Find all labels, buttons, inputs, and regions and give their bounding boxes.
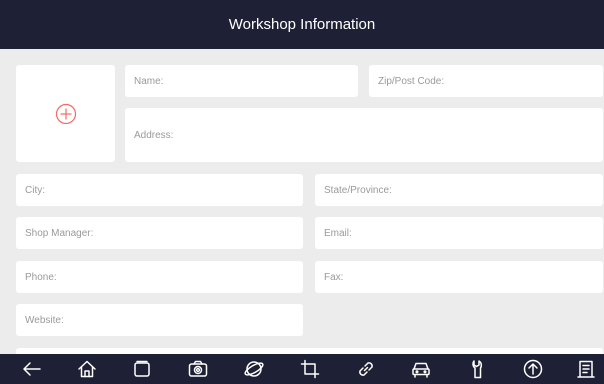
- wrench-icon: [472, 360, 483, 379]
- crop-button[interactable]: [298, 358, 322, 380]
- recent-apps-button[interactable]: [130, 358, 154, 380]
- address-input[interactable]: [125, 108, 603, 162]
- website-input[interactable]: [16, 304, 303, 336]
- add-logo-button[interactable]: [16, 65, 115, 162]
- zip-field[interactable]: [369, 65, 603, 97]
- title-bar: Workshop Information: [0, 0, 604, 49]
- fax-input[interactable]: [315, 261, 603, 293]
- fax-field[interactable]: [315, 261, 603, 293]
- link-icon: [359, 362, 373, 376]
- back-button[interactable]: [20, 358, 44, 380]
- camera-button[interactable]: [186, 358, 210, 380]
- vehicle-button[interactable]: [409, 358, 433, 380]
- email-field[interactable]: [315, 217, 603, 249]
- link-button[interactable]: [354, 358, 378, 380]
- home-button[interactable]: [75, 358, 99, 380]
- city-input[interactable]: [16, 174, 303, 206]
- tools-button[interactable]: [466, 358, 490, 380]
- back-icon: [23, 362, 41, 376]
- add-circle-icon: [55, 103, 76, 124]
- crop-icon: [300, 359, 320, 379]
- website-field[interactable]: [16, 304, 303, 336]
- report-icon: [577, 360, 595, 378]
- home-icon: [78, 360, 96, 378]
- shop-manager-input[interactable]: [16, 217, 303, 249]
- city-field[interactable]: [16, 174, 303, 206]
- zip-input[interactable]: [369, 65, 603, 97]
- browser-icon: [244, 361, 264, 377]
- vehicle-icon: [412, 362, 430, 378]
- phone-input[interactable]: [16, 261, 303, 293]
- browser-button[interactable]: [242, 358, 266, 380]
- system-nav-bar: [0, 354, 604, 384]
- state-field[interactable]: [315, 174, 603, 206]
- recent-apps-icon: [134, 360, 150, 377]
- name-field[interactable]: [125, 65, 358, 97]
- report-button[interactable]: [574, 358, 598, 380]
- email-input[interactable]: [315, 217, 603, 249]
- upload-icon: [523, 359, 543, 379]
- address-field[interactable]: [125, 108, 603, 162]
- state-input[interactable]: [315, 174, 603, 206]
- upload-button[interactable]: [521, 358, 545, 380]
- phone-field[interactable]: [16, 261, 303, 293]
- shop-manager-field[interactable]: [16, 217, 303, 249]
- name-input[interactable]: [125, 65, 358, 97]
- camera-icon: [188, 360, 208, 377]
- page-title: Workshop Information: [228, 16, 376, 33]
